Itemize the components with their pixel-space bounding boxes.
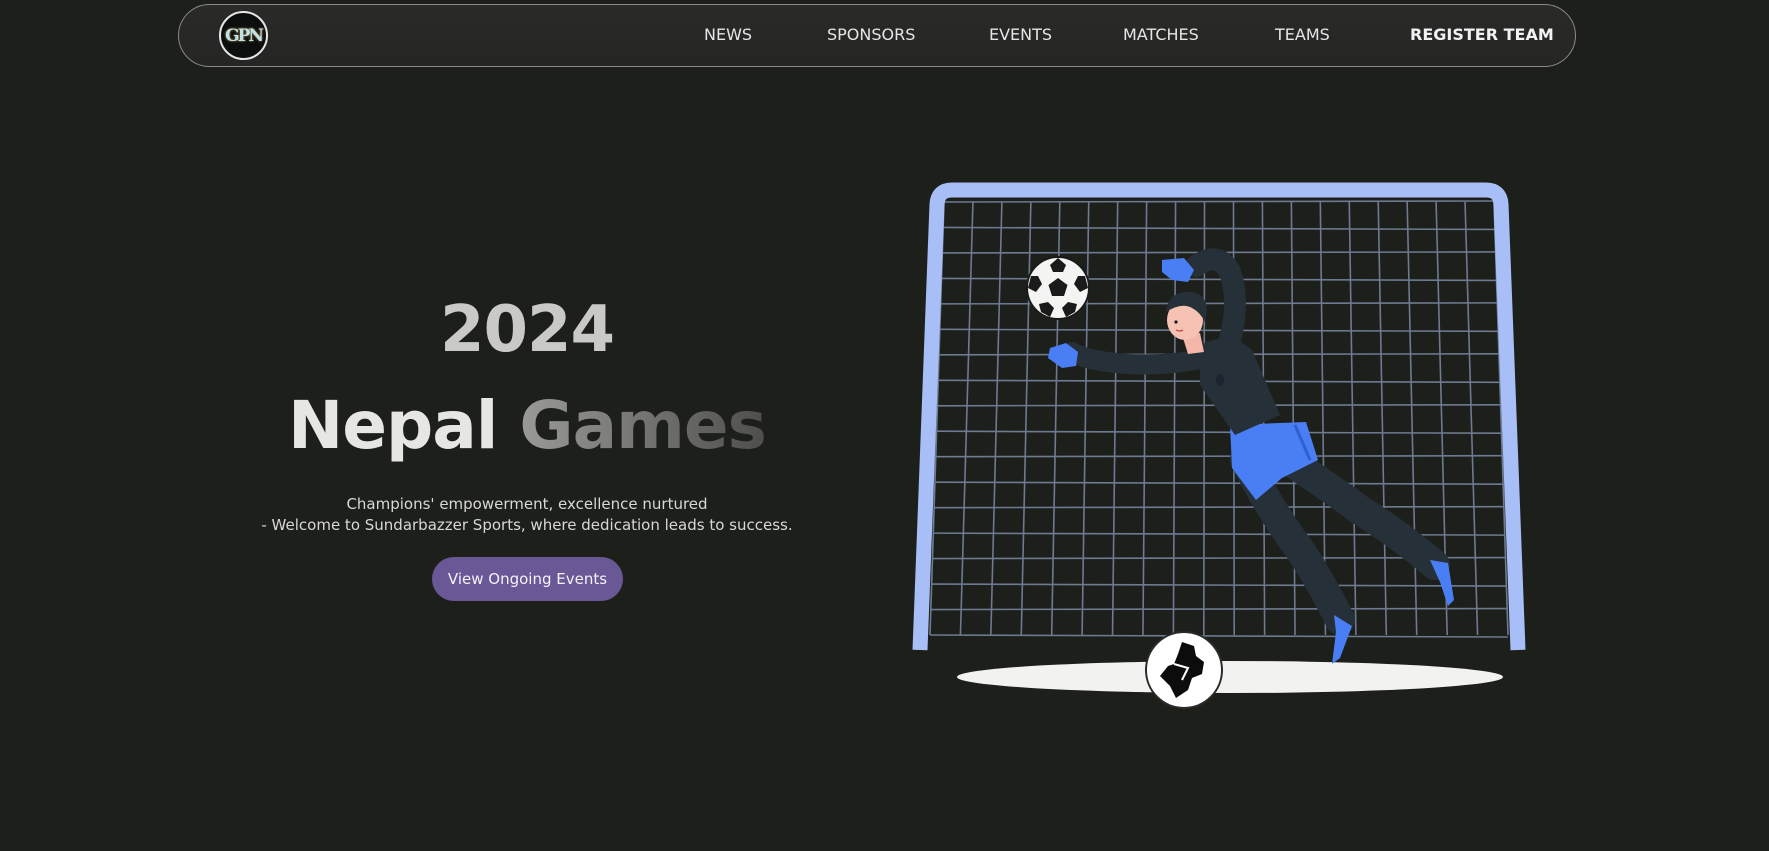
soccer-ball-icon bbox=[1026, 256, 1090, 320]
hero-title-word-2: Games bbox=[519, 387, 767, 464]
net-line bbox=[959, 201, 974, 636]
net-line bbox=[934, 481, 1504, 485]
net-line bbox=[990, 201, 1003, 636]
net-line bbox=[1020, 201, 1032, 636]
net-line bbox=[939, 328, 1499, 333]
net-line bbox=[931, 583, 1507, 587]
net-line bbox=[934, 505, 1504, 509]
bottom-emblem-icon bbox=[1145, 631, 1223, 709]
hero-subtitle-line-1: Champions' empowerment, excellence nurtu… bbox=[346, 495, 708, 513]
nav-link-teams[interactable]: TEAMS bbox=[1275, 25, 1330, 45]
register-team-link[interactable]: REGISTER TEAM bbox=[1410, 25, 1554, 45]
navbar: GPN NEWS SPONSORS EVENTS MATCHES TEAMS R… bbox=[178, 4, 1576, 67]
view-ongoing-events-button[interactable]: View Ongoing Events bbox=[432, 557, 623, 601]
hero-year: 2024 bbox=[439, 293, 615, 367]
net-line bbox=[1111, 201, 1119, 636]
net-line bbox=[1406, 201, 1418, 636]
net-line bbox=[1290, 201, 1296, 636]
goalkeeper-figure bbox=[1048, 248, 1454, 664]
hero-subtitle-line-2: - Welcome to Sundarbazzer Sports, where … bbox=[261, 516, 793, 534]
net-line bbox=[936, 430, 1502, 435]
nav-link-matches[interactable]: MATCHES bbox=[1123, 25, 1199, 45]
net-line bbox=[941, 277, 1497, 282]
nav-link-events[interactable]: EVENTS bbox=[989, 25, 1052, 45]
net-line bbox=[929, 634, 1509, 638]
hero-title: Nepal Games bbox=[0, 386, 1054, 466]
net-line bbox=[1081, 201, 1090, 636]
net-line bbox=[935, 454, 1503, 458]
hero-title-word-1: Nepal bbox=[288, 387, 498, 464]
net-line bbox=[1142, 201, 1148, 636]
nav-link-sponsors[interactable]: SPONSORS bbox=[827, 25, 915, 45]
net-line bbox=[1348, 201, 1357, 636]
page: GPN NEWS SPONSORS EVENTS MATCHES TEAMS R… bbox=[0, 0, 1769, 851]
nav-link-news[interactable]: NEWS bbox=[704, 25, 752, 45]
net-line bbox=[943, 226, 1495, 231]
net-line bbox=[943, 200, 1495, 203]
net-line bbox=[1464, 201, 1479, 636]
net-line bbox=[1377, 201, 1388, 636]
ground-shadow bbox=[957, 661, 1503, 693]
net-line bbox=[940, 302, 1498, 305]
nav-links: NEWS SPONSORS EVENTS MATCHES TEAMS REGIS… bbox=[179, 5, 1575, 66]
net-line bbox=[930, 607, 1508, 611]
goalkeeper-illustration bbox=[912, 182, 1526, 709]
